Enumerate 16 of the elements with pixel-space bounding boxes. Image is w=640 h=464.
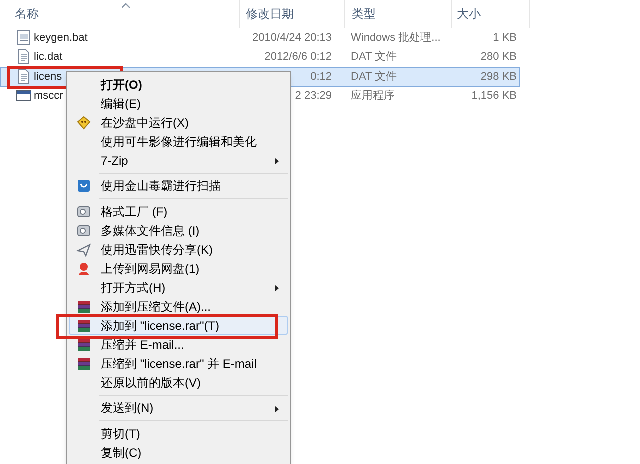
date-cell-text: 0:12 (310, 70, 333, 84)
type-cell-text: DAT 文件 (350, 50, 398, 65)
type-cell-text: DAT 文件 (350, 70, 398, 84)
type-cell-text: Windows 批处理... (350, 30, 442, 46)
size-cell-text: 280 KB (480, 50, 517, 65)
file-name: lic.dat (34, 50, 63, 65)
file-name: keygen.bat (34, 30, 88, 46)
size-cell-text: 1 KB (492, 30, 517, 46)
file-name: licens (34, 70, 62, 84)
size-cell-text: 1,156 KB (470, 89, 517, 104)
date-cell-text: 2010/4/24 20:13 (251, 30, 333, 46)
date-cell-text: 2 23:29 (294, 89, 333, 104)
type-cell-text: 应用程序 (350, 88, 396, 104)
file-name: msccr (34, 89, 64, 104)
date-cell-text: 2012/6/6 0:12 (264, 50, 333, 65)
size-cell-text: 298 KB (480, 70, 517, 84)
